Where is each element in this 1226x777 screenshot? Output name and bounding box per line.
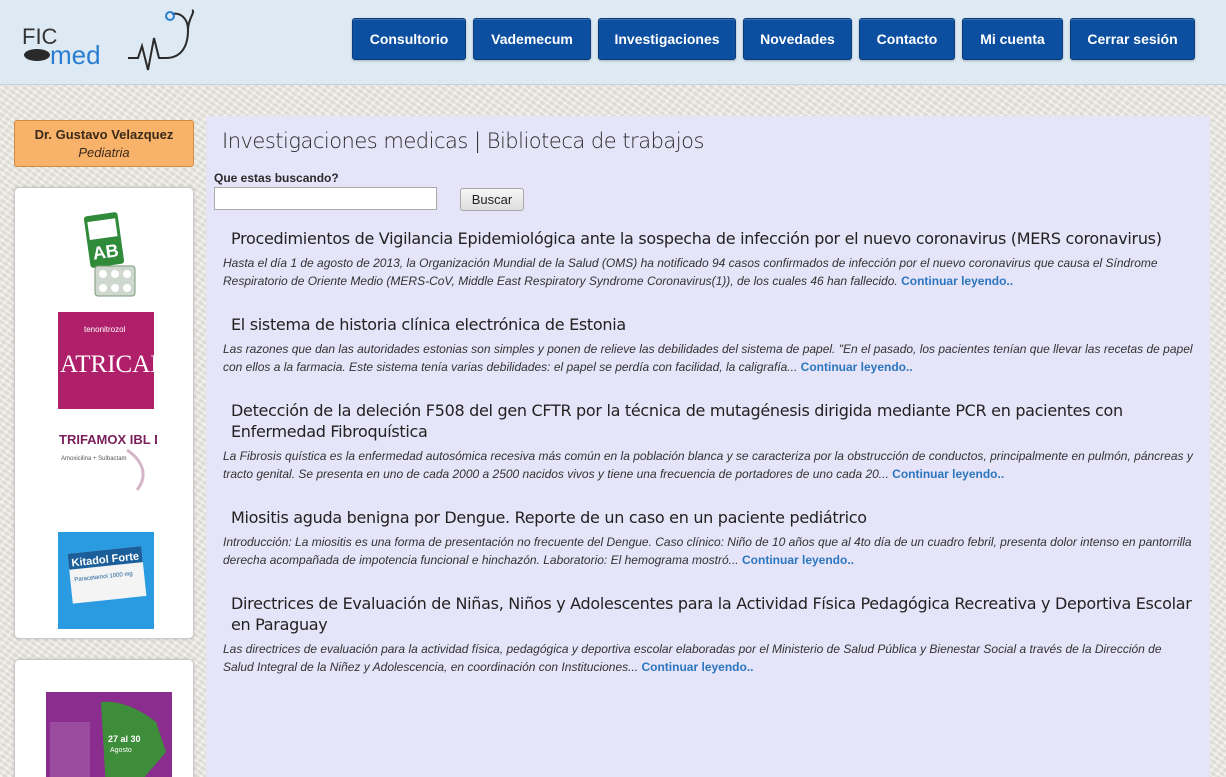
article-summary: La Fibrosis quística es la enfermedad au… — [223, 448, 1193, 483]
ad-atrican-sub: tenonitrozol — [84, 325, 126, 334]
article-item: Directrices de Evaluación de Niñas, Niño… — [223, 593, 1193, 676]
read-more-link[interactable]: Continuar leyendo.. — [892, 467, 1004, 481]
nav-vademecum[interactable]: Vademecum — [473, 18, 591, 60]
ad-trifamox-brand: TRIFAMOX IBL DUO — [59, 432, 157, 447]
article-title[interactable]: Detección de la deleción F508 del gen CF… — [223, 400, 1193, 442]
article-item: Procedimientos de Vigilancia Epidemiológ… — [223, 228, 1193, 290]
stethoscope-icon — [165, 9, 195, 59]
search-label: Que estas buscando? — [214, 171, 339, 185]
stethoscope-head-icon — [165, 11, 175, 21]
article-summary-text: Hasta el día 1 de agosto de 2013, la Org… — [223, 256, 1158, 288]
sidebar-event-ad-box: 27 al 30 Agosto — [14, 659, 194, 777]
ad-trifamox-sub: Amoxicilina + Sulbactam — [61, 456, 127, 462]
pill-icon — [123, 284, 131, 292]
article-item: Detección de la deleción F508 del gen CF… — [223, 400, 1193, 483]
read-more-link[interactable]: Continuar leyendo.. — [742, 553, 854, 567]
ad-ab-brand: AB — [91, 240, 120, 263]
sidebar-ads: AB tenonitrozol ATRICAN TRIFAMOX IBL DUO… — [14, 187, 194, 639]
doctor-name: Dr. Gustavo Velazquez — [34, 127, 174, 142]
article-summary-text: La Fibrosis quística es la enfermedad au… — [223, 449, 1193, 481]
article-title[interactable]: Directrices de Evaluación de Niñas, Niño… — [223, 593, 1193, 635]
page-title: Investigaciones medicas | Biblioteca de … — [222, 129, 704, 153]
article-summary-text: Las razones que dan las autoridades esto… — [223, 342, 1193, 374]
pill-icon — [99, 284, 107, 292]
site-header: FIC med Consultorio Vademecum Investigac… — [0, 0, 1226, 85]
doctor-specialty: Pediatria — [78, 145, 130, 160]
article-item: El sistema de historia clínica electróni… — [223, 314, 1193, 376]
article-summary: Hasta el día 1 de agosto de 2013, la Org… — [223, 255, 1193, 290]
doctor-card: Dr. Gustavo Velazquez Pediatria — [14, 120, 194, 167]
article-title[interactable]: Procedimientos de Vigilancia Epidemiológ… — [223, 228, 1193, 249]
search-button[interactable]: Buscar — [460, 188, 524, 211]
nav-consultorio[interactable]: Consultorio — [352, 18, 466, 60]
pill-icon — [111, 284, 119, 292]
heartbeat-icon — [128, 37, 166, 71]
capsule-icon — [24, 49, 50, 61]
ad-event-month: Agosto — [110, 747, 132, 754]
ad-kitadol[interactable]: Kitadol Forte Paracetamol 1000 mg — [58, 532, 154, 629]
search-input[interactable] — [214, 187, 437, 210]
pill-icon — [123, 270, 131, 278]
article-summary: Introducción: La miositis es una forma d… — [223, 534, 1193, 569]
pill-icon — [99, 270, 107, 278]
main-content: Investigaciones medicas | Biblioteca de … — [206, 116, 1210, 777]
article-title[interactable]: Miositis aguda benigna por Dengue. Repor… — [223, 507, 1193, 528]
ad-event[interactable]: 27 al 30 Agosto — [46, 692, 172, 777]
article-summary: Las directrices de evaluación para la ac… — [223, 641, 1193, 676]
article-summary: Las razones que dan las autoridades esto… — [223, 341, 1193, 376]
ficmed-logo[interactable]: FIC med — [20, 8, 195, 76]
article-item: Miositis aguda benigna por Dengue. Repor… — [223, 507, 1193, 569]
ad-event-dates: 27 al 30 — [108, 734, 141, 744]
nav-mi-cuenta[interactable]: Mi cuenta — [962, 18, 1063, 60]
article-summary-text: Introducción: La miositis es una forma d… — [223, 535, 1192, 567]
ad-atrican[interactable]: tenonitrozol ATRICAN — [58, 312, 154, 409]
ad-atrican-brand: ATRICAN — [60, 351, 154, 378]
article-title[interactable]: El sistema de historia clínica electróni… — [223, 314, 1193, 335]
read-more-link[interactable]: Continuar leyendo.. — [901, 274, 1013, 288]
nav-cerrar-sesion[interactable]: Cerrar sesión — [1070, 18, 1195, 60]
ad-ab[interactable]: AB — [81, 210, 137, 298]
logo-med-text: med — [50, 40, 101, 70]
ad-trifamox[interactable]: TRIFAMOX IBL DUO Amoxicilina + Sulbactam — [57, 420, 157, 494]
nav-investigaciones[interactable]: Investigaciones — [598, 18, 736, 60]
nav-novedades[interactable]: Novedades — [743, 18, 852, 60]
pill-icon — [111, 270, 119, 278]
read-more-link[interactable]: Continuar leyendo.. — [801, 360, 913, 374]
nav-contacto[interactable]: Contacto — [859, 18, 955, 60]
read-more-link[interactable]: Continuar leyendo.. — [641, 660, 753, 674]
